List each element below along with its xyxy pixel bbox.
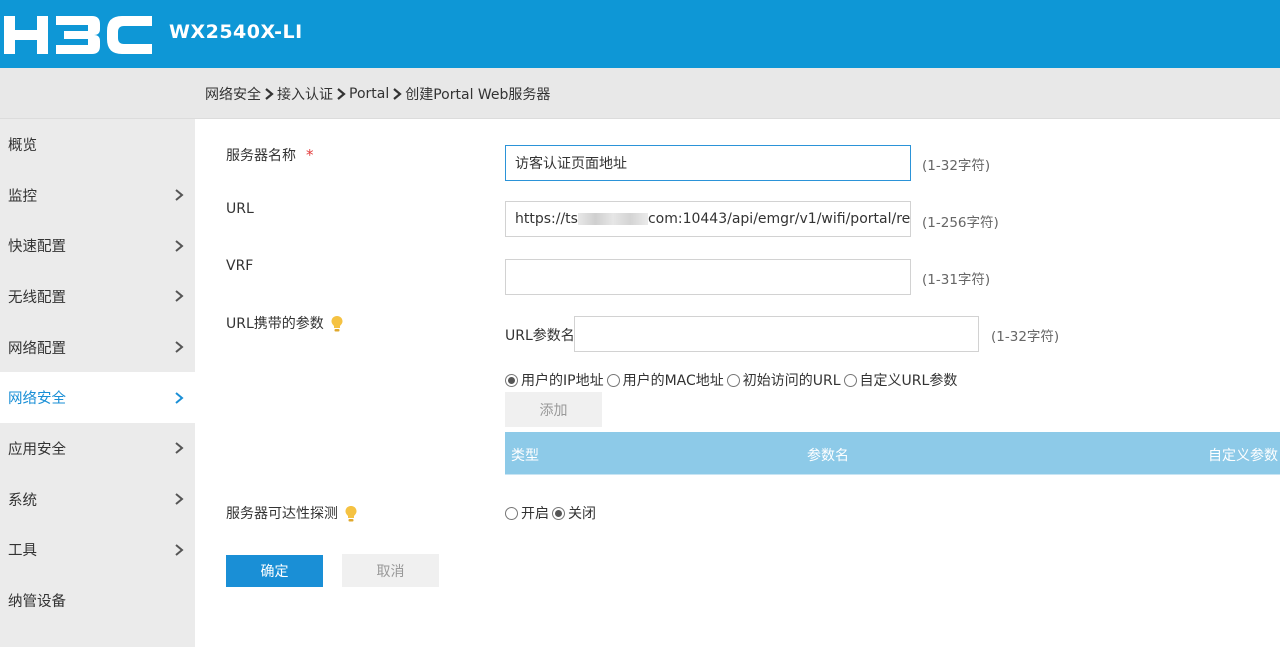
column-header-param-name[interactable]: 参数名 [807,445,849,465]
sidebar-item-label: 快速配置 [8,239,66,256]
lightbulb-icon[interactable] [344,505,358,523]
sidebar-item-tools[interactable]: 工具 [0,525,195,576]
sidebar-item-label: 纳管设备 [8,594,66,611]
h3c-logo [4,16,152,54]
sidebar-item-label: 无线配置 [8,289,66,306]
server-name-input[interactable] [505,145,911,181]
radio-probe-off[interactable]: 关闭 [552,503,596,523]
breadcrumb-bar: 网络安全 接入认证 Portal 创建Portal Web服务器 [0,68,1280,119]
breadcrumb-item-access-auth[interactable]: 接入认证 [277,84,333,104]
params-table-header: 类型 参数名 自定义参数 [505,432,1280,475]
chevron-right-icon [393,88,402,100]
chevron-right-icon [175,392,184,404]
server-name-label: 服务器名称 * [226,146,314,164]
radio-empty-icon [505,506,518,520]
redacted-blur [577,213,648,225]
radio-selected-icon [505,373,518,387]
breadcrumb: 网络安全 接入认证 Portal 创建Portal Web服务器 [205,84,550,104]
sidebar-item-quick-config[interactable]: 快速配置 [0,220,195,271]
radio-selected-icon [552,506,565,520]
chevron-right-icon [265,88,274,100]
breadcrumb-item-portal[interactable]: Portal [349,86,389,102]
sidebar-item-label: 监控 [8,188,37,205]
chevron-right-icon [175,189,184,201]
sidebar-item-app-security[interactable]: 应用安全 [0,423,195,474]
vrf-hint: (1-31字符) [922,272,991,288]
sidebar-item-monitor[interactable]: 监控 [0,170,195,221]
radio-custom-param[interactable]: 自定义URL参数 [843,370,957,390]
sidebar-item-label: 概览 [8,137,37,154]
confirm-button[interactable]: 确定 [226,555,323,587]
breadcrumb-item-security[interactable]: 网络安全 [205,84,261,104]
chevron-right-icon [175,239,184,252]
chevron-right-icon [337,88,346,100]
vrf-label: VRF [226,258,254,274]
param-name-input[interactable] [574,316,979,352]
sidebar-item-system[interactable]: 系统 [0,474,195,525]
url-label: URL [226,201,254,217]
breadcrumb-item-current: 创建Portal Web服务器 [405,87,551,103]
chevron-right-icon [175,442,184,455]
lightbulb-icon[interactable] [330,315,344,333]
device-model: WX2540X-LI [169,21,303,43]
param-type-radio-group: 用户的IP地址 用户的MAC地址 初始访问的URL 自定义URL参数 [505,370,960,390]
radio-user-mac[interactable]: 用户的MAC地址 [606,370,724,390]
url-input[interactable]: https://ts com:10443/api/emgr/v1/wifi/por… [505,201,911,237]
column-header-type[interactable]: 类型 [511,445,539,465]
probe-radio-group: 开启 关闭 [505,503,599,523]
add-param-button[interactable]: 添加 [505,392,602,427]
radio-initial-url[interactable]: 初始访问的URL [726,370,841,390]
sidebar-item-wireless-config[interactable]: 无线配置 [0,271,195,322]
required-mark: * [306,146,314,164]
main-content: 服务器名称* (1-32字符) URL https://tscom:10443/… [195,119,1280,647]
sidebar-item-overview[interactable]: 概览 [0,119,195,170]
radio-probe-on[interactable]: 开启 [505,503,549,523]
radio-empty-icon [726,373,740,387]
probe-label: 服务器可达性探测 [226,503,358,523]
chevron-right-icon [175,341,184,353]
sidebar: 概览 监控 快速配置 无线配置 网络配置 网络安全 应用安全 系统 工具 纳管设… [0,119,195,647]
sidebar-item-label: 系统 [8,492,37,509]
radio-empty-icon [606,373,620,387]
param-name-hint: (1-32字符) [991,329,1060,345]
sidebar-item-network-config[interactable]: 网络配置 [0,322,195,373]
url-params-label: URL携带的参数 [226,313,344,333]
chevron-right-icon [175,493,184,505]
top-header: WX2540X-LI [0,0,1280,68]
vrf-input[interactable] [505,259,911,295]
chevron-right-icon [175,290,184,303]
url-hint: (1-256字符) [922,215,999,231]
sidebar-item-network-security[interactable]: 网络安全 [0,372,195,424]
radio-empty-icon [843,373,857,387]
cancel-button[interactable]: 取消 [342,554,439,587]
sidebar-item-label: 网络安全 [8,391,66,408]
radio-user-ip[interactable]: 用户的IP地址 [505,370,604,390]
sidebar-item-label: 应用安全 [8,441,66,458]
sidebar-item-managed-devices[interactable]: 纳管设备 [0,575,195,626]
column-header-custom-param[interactable]: 自定义参数 [1208,445,1278,465]
server-name-hint: (1-32字符) [922,158,991,174]
param-name-label: URL参数名 [505,328,575,344]
sidebar-item-label: 网络配置 [8,340,66,357]
chevron-right-icon [175,544,184,556]
sidebar-item-label: 工具 [8,543,37,560]
